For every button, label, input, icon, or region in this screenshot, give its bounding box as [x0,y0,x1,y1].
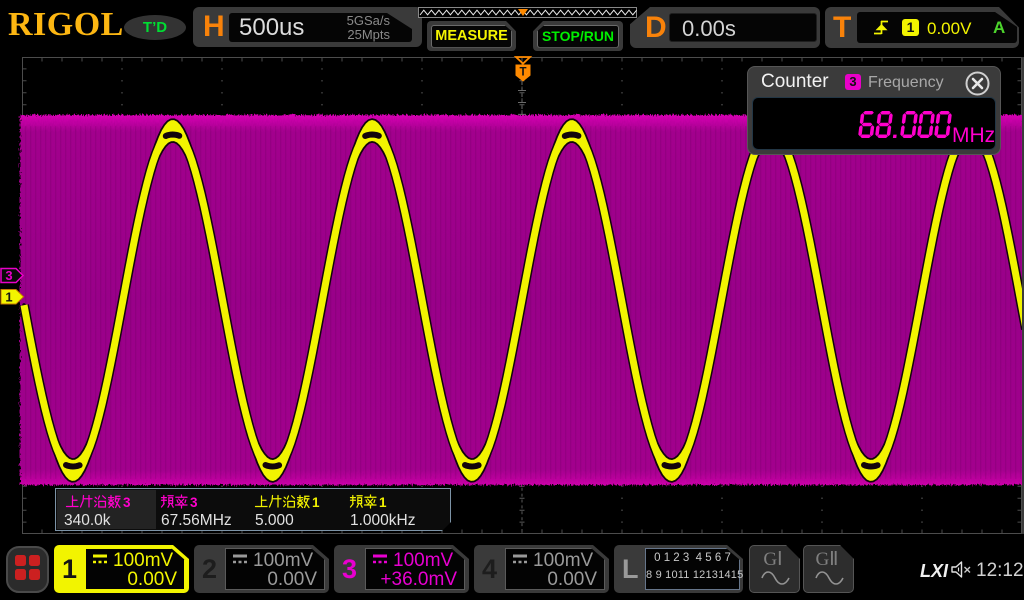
svg-text:1: 1 [379,495,387,510]
svg-text:1.000kHz: 1.000kHz [350,512,415,529]
svg-text:340.0k: 340.0k [64,512,111,529]
svg-text:3: 3 [190,495,198,510]
svg-text:5.000: 5.000 [255,512,294,529]
svg-text:3: 3 [123,495,131,510]
svg-text:1: 1 [312,495,320,510]
svg-text:67.56MHz: 67.56MHz [161,512,232,529]
